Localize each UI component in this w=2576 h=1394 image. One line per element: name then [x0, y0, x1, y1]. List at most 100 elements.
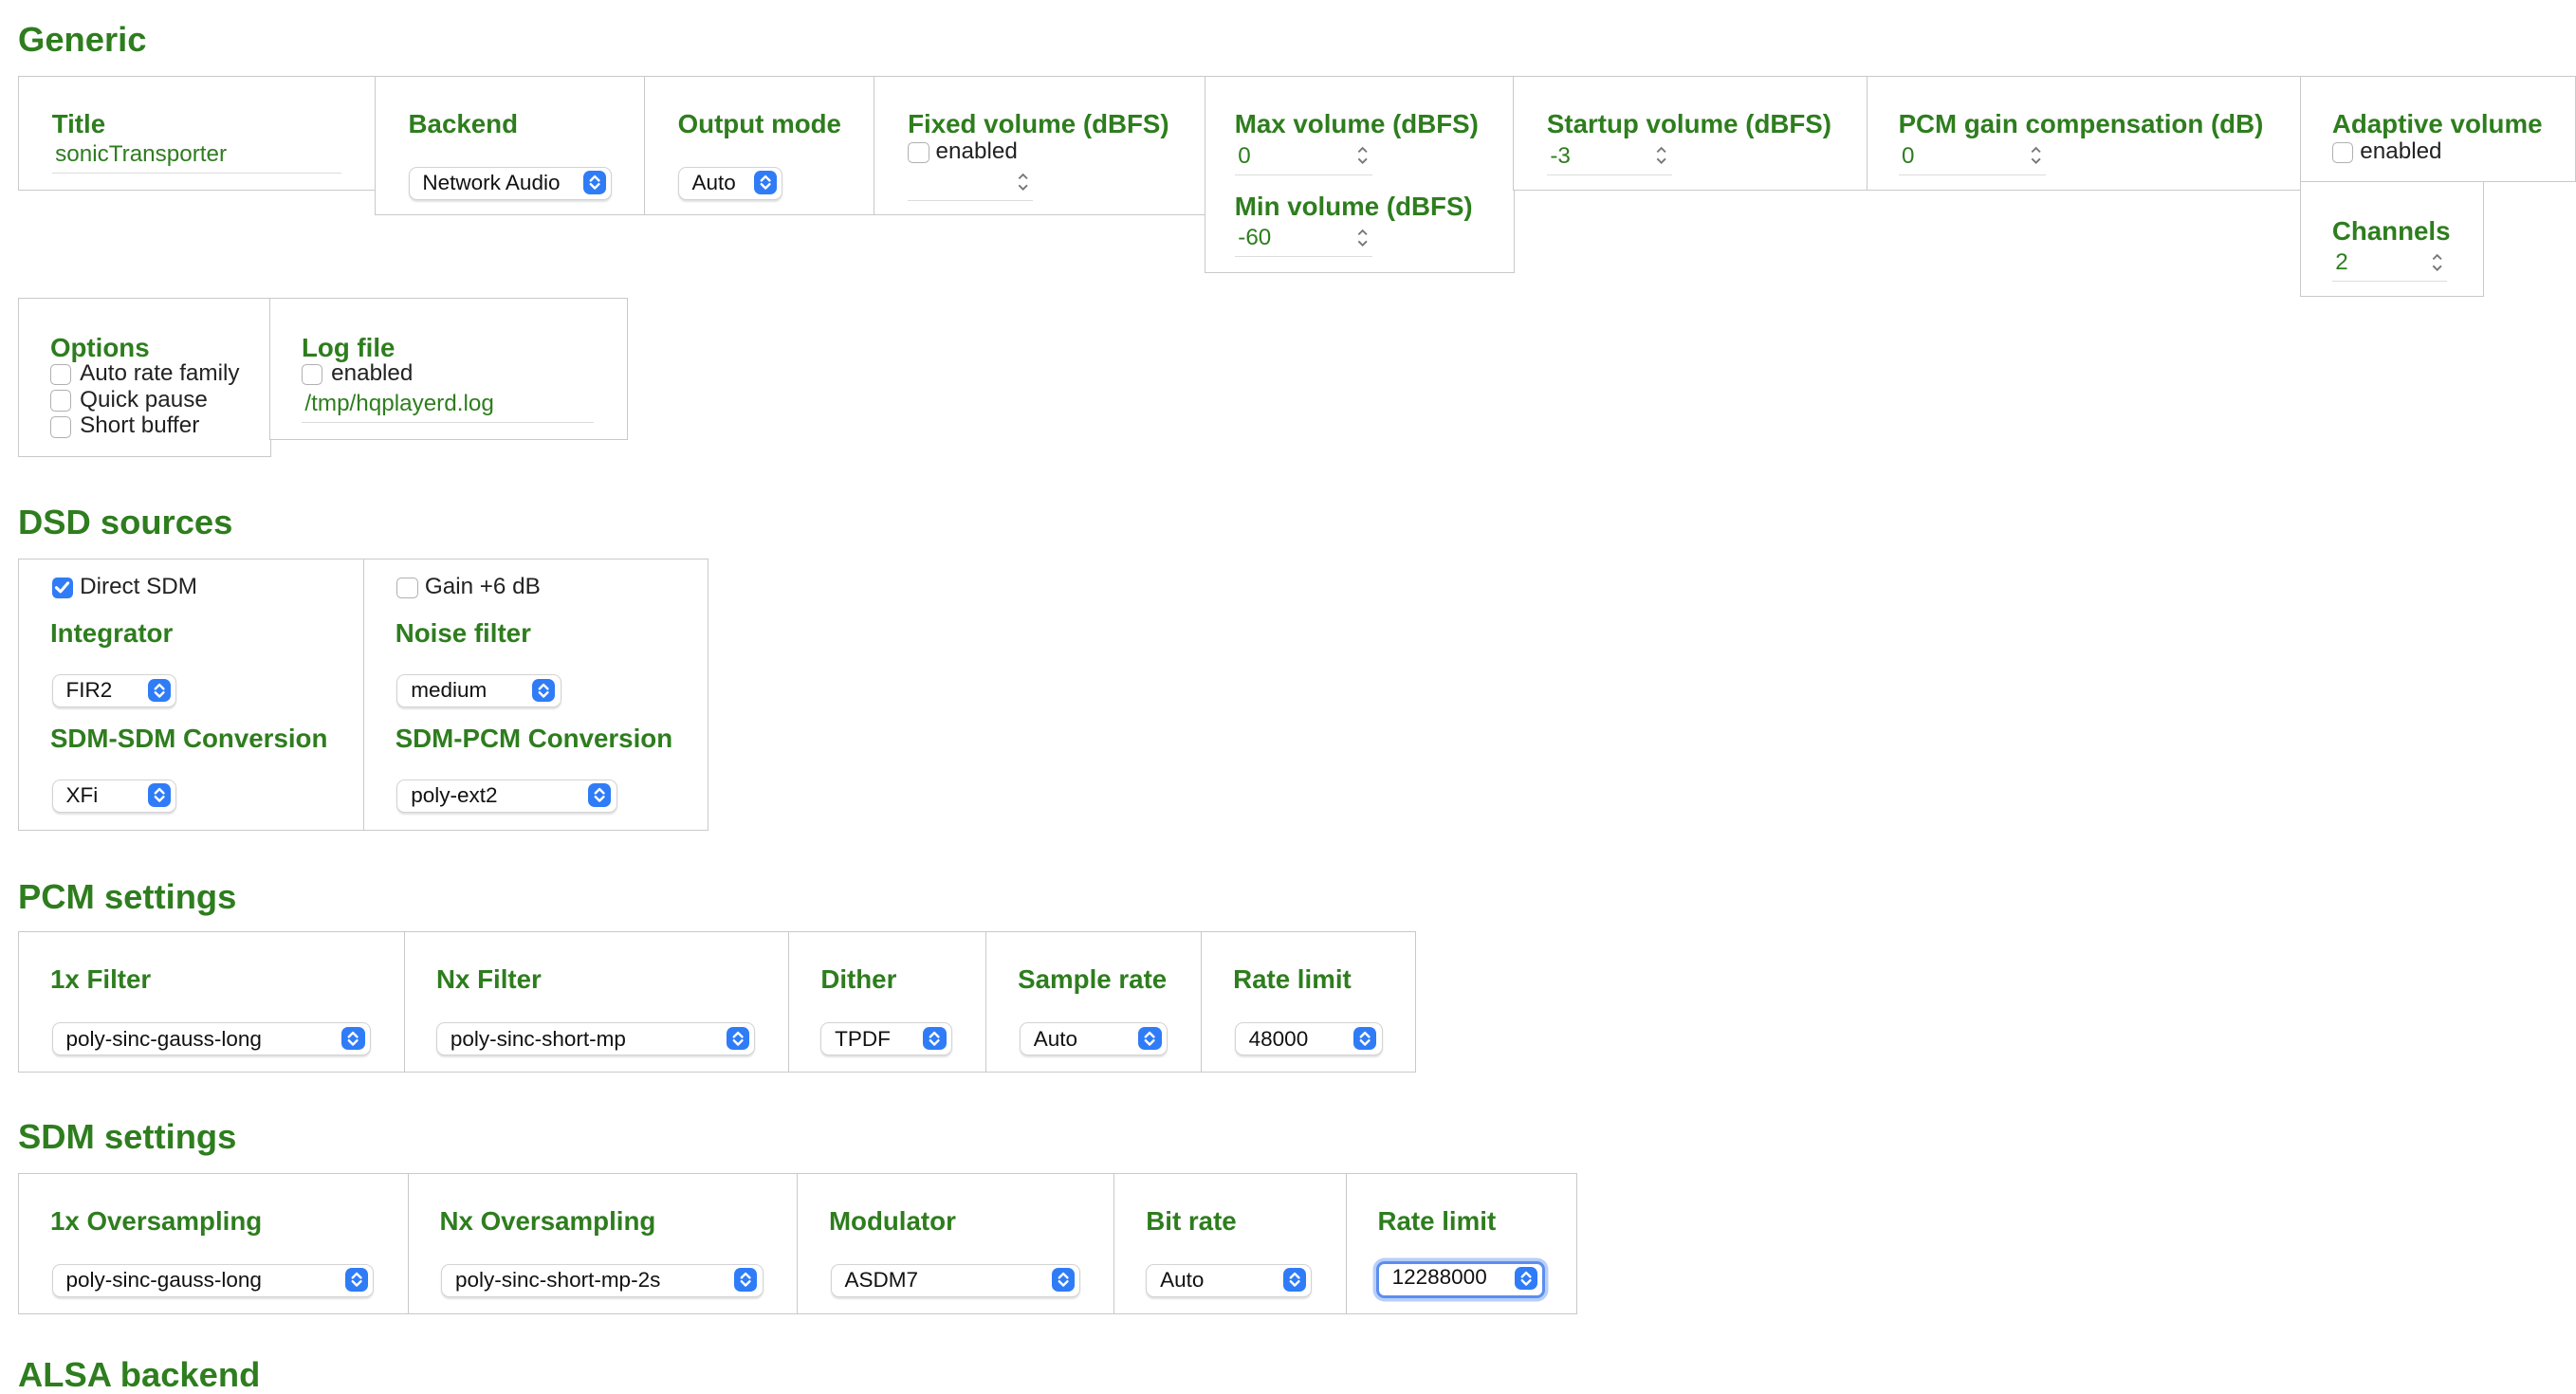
sdm-1x-oversampling-select[interactable]: poly-sinc-gauss-long — [51, 1263, 375, 1297]
pcm-dither-label: Dither — [820, 964, 897, 995]
stepper-icon[interactable] — [2028, 142, 2044, 169]
stepper-icon[interactable] — [1653, 142, 1669, 169]
max-volume-input[interactable]: 0 — [1234, 138, 1373, 175]
channels-value: 2 — [2335, 249, 2348, 276]
adaptive-volume-panel: Adaptive volume enabled — [2299, 75, 2576, 183]
sdm-pcm-conversion-select[interactable]: poly-ext2 — [396, 780, 617, 813]
sdm-bit-rate-select[interactable]: Auto — [1146, 1263, 1313, 1297]
sdm-sdm-conversion-select-value: XFi — [65, 783, 99, 808]
pcm-nx-filter-select[interactable]: poly-sinc-short-mp — [436, 1022, 756, 1055]
volume-range-panel: Max volume (dBFS) 0 Min volume (dBFS) -6… — [1204, 75, 1515, 273]
settings-page: Generic Title sonicTransporter Backend N… — [0, 0, 2576, 1392]
sdm-pcm-conversion-select-value: poly-ext2 — [411, 783, 498, 808]
chevron-up-down-icon — [344, 1268, 368, 1292]
pcm-sample-rate-select[interactable]: Auto — [1019, 1022, 1168, 1055]
auto-rate-family-checkbox[interactable] — [49, 363, 72, 386]
log-file-input[interactable]: /tmp/hqplayerd.log — [301, 387, 595, 424]
pcm-dither-select[interactable]: TPDF — [820, 1022, 952, 1055]
chevron-up-down-icon — [734, 1268, 758, 1292]
sdm-nx-oversampling-select-value: poly-sinc-short-mp-2s — [455, 1268, 661, 1293]
short-buffer-label: Short buffer — [80, 413, 200, 439]
stepper-icon[interactable] — [2429, 249, 2445, 276]
quick-pause-checkbox[interactable] — [49, 390, 72, 412]
pcm-rate-limit-select-value: 48000 — [1248, 1026, 1309, 1051]
sdm-nx-oversampling-panel: Nx Oversampling poly-sinc-short-mp-2s — [407, 1172, 799, 1314]
backend-label: Backend — [408, 109, 519, 139]
sdm-1x-oversampling-select-value: poly-sinc-gauss-long — [65, 1268, 262, 1293]
chevron-up-down-icon — [1138, 1026, 1162, 1051]
fixed-volume-input[interactable] — [908, 165, 1033, 202]
sdm-modulator-select-value: ASDM7 — [844, 1268, 919, 1293]
direct-sdm-checkbox[interactable] — [51, 577, 74, 599]
min-volume-label: Min volume (dBFS) — [1234, 191, 1473, 221]
sdm-1x-oversampling-label: 1x Oversampling — [49, 1206, 263, 1237]
fixed-volume-enabled-label: enabled — [935, 138, 1018, 165]
backend-panel: Backend Network Audio — [374, 75, 646, 215]
section-heading-generic: Generic — [18, 20, 147, 60]
pcm-nx-filter-panel: Nx Filter poly-sinc-short-mp — [404, 931, 791, 1073]
sdm-modulator-panel: Modulator ASDM7 — [797, 1172, 1116, 1314]
channels-label: Channels — [2331, 215, 2451, 246]
chevron-up-down-icon — [532, 678, 556, 702]
integrator-select[interactable]: FIR2 — [51, 674, 177, 707]
chevron-up-down-icon — [923, 1026, 947, 1051]
options-label: Options — [49, 332, 150, 362]
startup-volume-label: Startup volume (dBFS) — [1546, 109, 1832, 139]
startup-volume-value: -3 — [1550, 142, 1571, 169]
min-volume-value: -60 — [1238, 225, 1272, 251]
sdm-modulator-select[interactable]: ASDM7 — [830, 1263, 1080, 1297]
log-file-enabled-checkbox[interactable] — [301, 363, 323, 386]
pcm-sample-rate-select-value: Auto — [1033, 1026, 1078, 1051]
fixed-volume-enabled-checkbox[interactable] — [908, 141, 929, 164]
max-volume-value: 0 — [1238, 142, 1251, 169]
dsd-right-panel: Gain +6 dB Noise filter medium SDM-PCM C… — [362, 558, 708, 832]
pcm-sample-rate-panel: Sample rate Auto — [985, 931, 1203, 1073]
fixed-volume-panel: Fixed volume (dBFS) enabled — [874, 75, 1206, 215]
chevron-up-down-icon — [588, 783, 612, 807]
checkmark-icon — [54, 581, 69, 594]
pcm-nx-filter-label: Nx Filter — [436, 964, 542, 995]
pcm-gain-value: 0 — [1902, 142, 1915, 169]
stepper-icon[interactable] — [1354, 142, 1371, 169]
startup-volume-input[interactable]: -3 — [1546, 138, 1672, 175]
section-heading-dsd-sources: DSD sources — [18, 503, 233, 542]
output-mode-select[interactable]: Auto — [677, 166, 783, 200]
pcm-dither-panel: Dither TPDF — [788, 931, 987, 1073]
stepper-icon[interactable] — [1354, 225, 1371, 251]
pcm-rate-limit-label: Rate limit — [1233, 964, 1352, 995]
sdm-nx-oversampling-select[interactable]: poly-sinc-short-mp-2s — [441, 1263, 764, 1297]
pcm-dither-select-value: TPDF — [835, 1026, 891, 1051]
noise-filter-select[interactable]: medium — [396, 674, 561, 707]
log-file-enabled-label: enabled — [331, 360, 414, 387]
title-input[interactable]: sonicTransporter — [51, 138, 341, 174]
pcm-1x-filter-select[interactable]: poly-sinc-gauss-long — [51, 1022, 371, 1055]
sdm-rate-limit-select-value: 12288000 — [1391, 1264, 1487, 1289]
channels-input[interactable]: 2 — [2331, 246, 2448, 283]
sdm-sdm-conversion-label: SDM-SDM Conversion — [49, 723, 328, 753]
pcm-1x-filter-panel: 1x Filter poly-sinc-gauss-long — [18, 931, 406, 1073]
stepper-icon[interactable] — [1015, 169, 1031, 195]
pcm-gain-input[interactable]: 0 — [1898, 138, 2047, 175]
adaptive-volume-enabled-checkbox[interactable] — [2331, 141, 2354, 164]
gain-6db-checkbox[interactable] — [396, 577, 418, 599]
min-volume-input[interactable]: -60 — [1234, 221, 1373, 258]
chevron-up-down-icon — [1051, 1268, 1075, 1292]
sdm-sdm-conversion-select[interactable]: XFi — [51, 780, 177, 813]
adaptive-volume-label: Adaptive volume — [2331, 109, 2543, 139]
backend-select[interactable]: Network Audio — [408, 166, 613, 200]
short-buffer-checkbox[interactable] — [49, 416, 72, 438]
output-mode-label: Output mode — [677, 109, 841, 139]
sdm-bit-rate-select-value: Auto — [1160, 1268, 1205, 1293]
sdm-nx-oversampling-label: Nx Oversampling — [439, 1206, 656, 1237]
sdm-rate-limit-select[interactable]: 12288000 — [1375, 1260, 1546, 1299]
startup-volume-panel: Startup volume (dBFS) -3 — [1513, 75, 1868, 191]
pcm-gain-label: PCM gain compensation (dB) — [1898, 109, 2264, 139]
pcm-rate-limit-select[interactable]: 48000 — [1234, 1022, 1383, 1055]
chevron-up-down-icon — [341, 1026, 365, 1051]
pcm-sample-rate-label: Sample rate — [1018, 964, 1168, 995]
sdm-rate-limit-label: Rate limit — [1377, 1206, 1497, 1237]
noise-filter-select-value: medium — [411, 678, 488, 703]
pcm-gain-panel: PCM gain compensation (dB) 0 — [1866, 75, 2302, 191]
section-heading-pcm-settings: PCM settings — [18, 877, 237, 917]
pcm-1x-filter-label: 1x Filter — [49, 964, 152, 995]
